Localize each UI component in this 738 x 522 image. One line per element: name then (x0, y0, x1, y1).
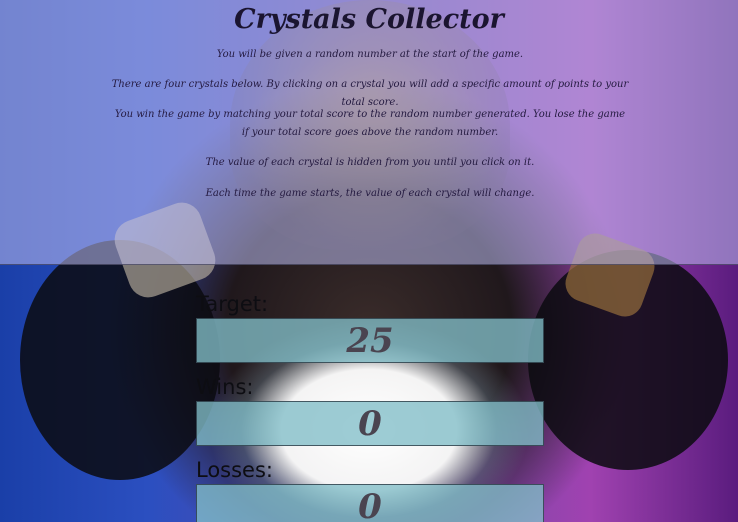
target-value-box: 25 (196, 318, 544, 363)
losses-label: Losses: (196, 458, 273, 482)
page-title: Crystals Collector (234, 4, 504, 35)
instruction-line-3: You win the game by matching your total … (114, 109, 626, 138)
instruction-line-1: You will be given a random number at the… (216, 49, 524, 60)
instruction-line-4: The value of each crystal is hidden from… (205, 157, 535, 168)
instructions-panel: Crystals Collector You will be given a r… (0, 0, 738, 265)
instruction-line-5: Each time the game starts, the value of … (205, 188, 535, 199)
target-label: Target: (196, 292, 269, 316)
losses-value-box: 0 (196, 484, 544, 522)
wins-value-box: 0 (196, 401, 544, 446)
wins-label: Wins: (196, 375, 254, 399)
